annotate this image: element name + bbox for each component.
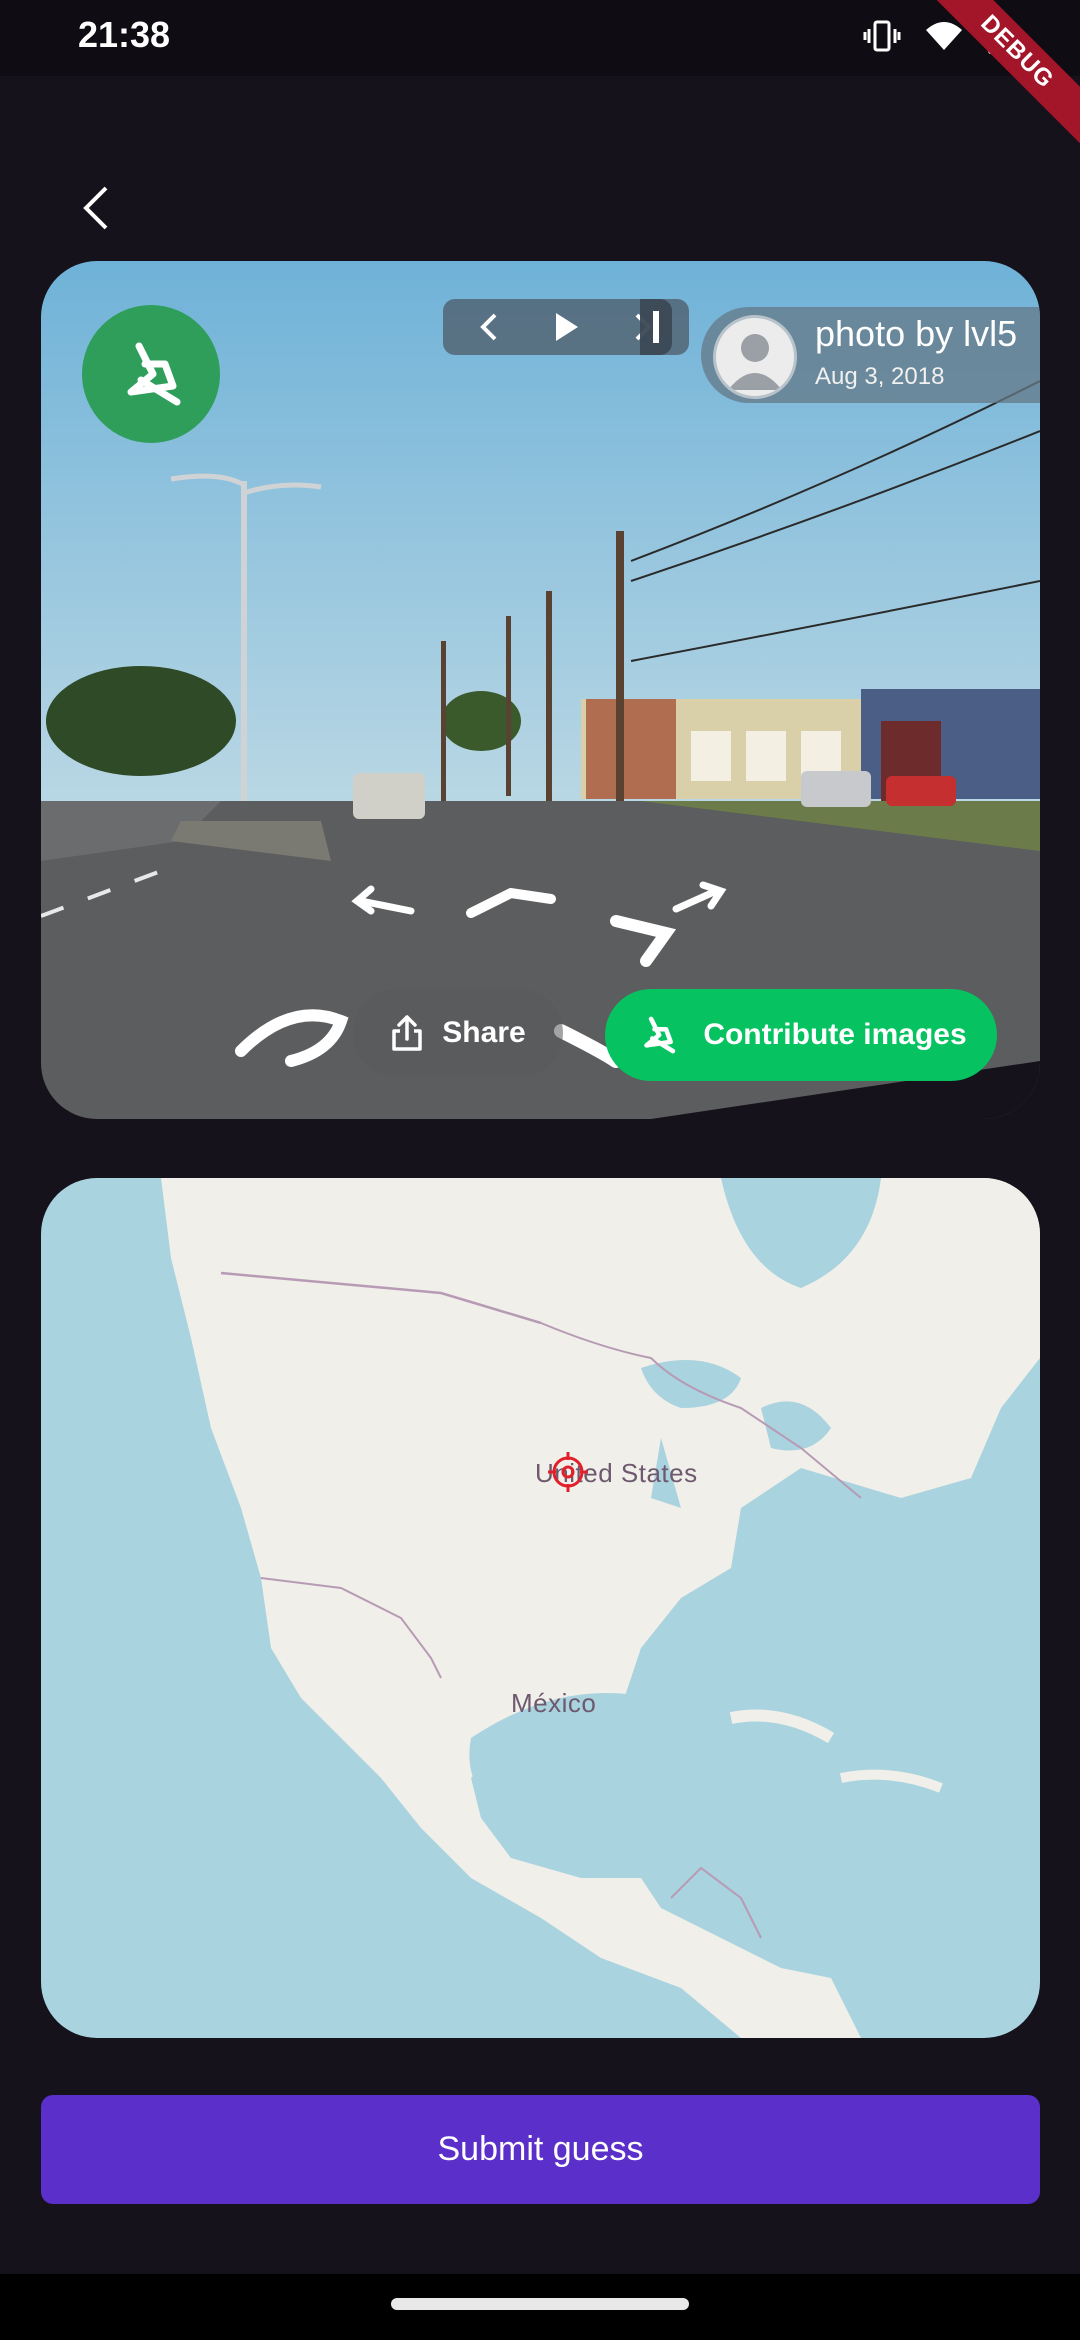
mapillary-logo-button[interactable] [82,305,220,443]
photo-attribution[interactable]: photo by lvl5 Aug 3, 2018 [701,307,1040,403]
home-indicator[interactable] [391,2298,689,2310]
stop-bar-icon [653,311,659,343]
vibrate-icon [863,20,901,52]
stop-button[interactable] [640,299,672,355]
status-time: 21:38 [78,14,171,55]
avatar [713,315,797,399]
contribute-images-label: Contribute images [703,1018,967,1051]
mapillary-icon [127,342,181,406]
chevron-left-icon [480,313,497,341]
contribute-images-button[interactable]: Contribute images [605,989,997,1081]
share-label: Share [442,1016,526,1049]
street-view-panel[interactable]: photo by lvl5 Aug 3, 2018 Share Contribu… [41,261,1040,1119]
chevron-left-icon [83,186,108,230]
status-bar: 21:38 DEBUG [0,0,1080,155]
share-icon [392,1015,423,1051]
guess-marker[interactable] [546,1450,590,1494]
target-icon [548,1452,588,1492]
map-land [161,1178,1040,2038]
back-button[interactable] [76,180,116,236]
submit-guess-button[interactable]: Submit guess [41,2095,1040,2204]
mapillary-icon [644,1016,676,1054]
previous-image-button[interactable] [462,299,516,355]
user-icon [728,334,782,390]
share-button[interactable]: Share [353,989,563,1077]
map-label-mexico: México [511,1688,597,1718]
play-button[interactable] [539,299,593,355]
guess-map[interactable]: United States México [41,1178,1040,2038]
play-icon [555,313,578,341]
attribution-date: Aug 3, 2018 [815,363,945,390]
attribution-name: photo by lvl5 [815,313,1018,354]
